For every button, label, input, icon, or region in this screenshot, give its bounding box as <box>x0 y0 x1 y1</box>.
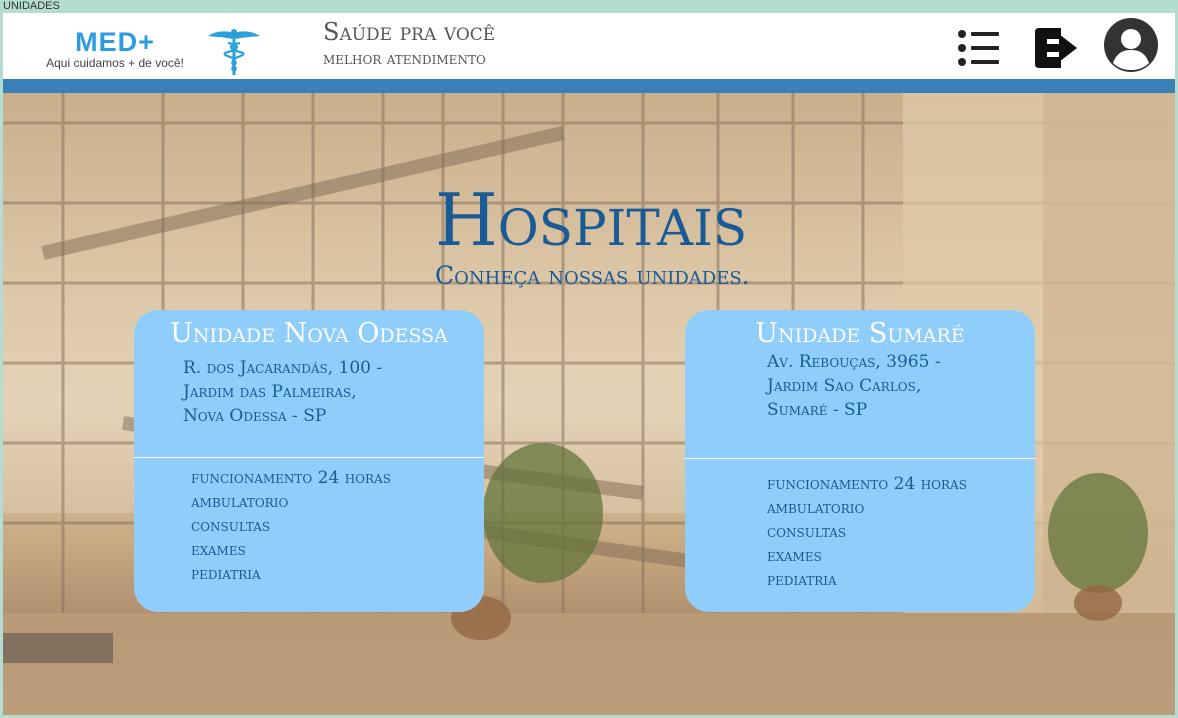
user-avatar-button[interactable] <box>1103 17 1159 73</box>
service-item: funcionamento 24 horas <box>767 474 967 494</box>
services-list: funcionamento 24 horas ambulatorio consu… <box>191 466 391 586</box>
address-line: R. dos Jacarandás, 100 - <box>183 358 383 378</box>
address-line: Jardim Sao Carlos, <box>767 376 922 396</box>
slogan: Saúde pra você melhor atendimento <box>323 17 495 71</box>
header-stripe <box>3 79 1175 93</box>
logo-wordmark: MED+ <box>75 27 155 57</box>
service-item: exames <box>767 546 822 566</box>
caduceus-icon <box>208 29 260 75</box>
window-title: UNIDADES <box>3 0 60 12</box>
app-frame: MED+ Aqui cuidamos + de você! Saúde pra … <box>3 13 1175 715</box>
logout-button[interactable] <box>1033 26 1079 70</box>
unit-address: R. dos Jacarandás, 100 - Jardim das Palm… <box>183 356 382 428</box>
logout-icon <box>1035 28 1077 68</box>
service-item: ambulatorio <box>767 498 865 518</box>
address-line: Jardim das Palmeiras, <box>183 382 357 402</box>
service-item: consultas <box>767 522 847 542</box>
service-item: funcionamento 24 horas <box>191 468 391 488</box>
unit-address: Av. Rebouças, 3965 - Jardim Sao Carlos, … <box>767 350 941 422</box>
service-item: ambulatorio <box>191 492 289 512</box>
service-item: pediatria <box>767 570 837 590</box>
services-list: funcionamento 24 horas ambulatorio consu… <box>767 472 967 592</box>
header: MED+ Aqui cuidamos + de você! Saúde pra … <box>3 13 1175 79</box>
logo-tagline: Aqui cuidamos + de você! <box>46 56 184 70</box>
hero-section: Hospitais Conheça nossas unidades. Unida… <box>3 93 1175 715</box>
slogan-line-1: Saúde pra você <box>323 18 496 46</box>
service-item: exames <box>191 540 246 560</box>
slogan-line-2: melhor atendimento <box>323 49 486 69</box>
menu-button[interactable] <box>955 28 1003 70</box>
service-item: consultas <box>191 516 271 536</box>
service-item: pediatria <box>191 564 261 584</box>
address-line: Av. Rebouças, 3965 - <box>767 352 941 372</box>
unit-name: Unidade Sumaré <box>755 318 965 349</box>
menu-list-icon <box>958 30 999 66</box>
logo[interactable]: MED+ Aqui cuidamos + de você! <box>25 28 205 70</box>
hero-subtitle: Conheça nossas unidades. <box>435 261 750 290</box>
unit-name: Unidade Nova Odessa <box>170 318 448 349</box>
unit-card-nova-odessa[interactable]: Unidade Nova Odessa R. dos Jacarandás, 1… <box>134 310 484 612</box>
card-divider <box>134 457 484 458</box>
address-line: Nova Odessa - SP <box>183 406 327 426</box>
hero-title: Hospitais <box>435 178 748 262</box>
address-line: Sumaré - SP <box>767 400 868 420</box>
unit-card-sumare[interactable]: Unidade Sumaré Av. Rebouças, 3965 - Jard… <box>685 310 1035 612</box>
card-divider <box>685 458 1035 459</box>
user-avatar-icon <box>1104 18 1158 72</box>
